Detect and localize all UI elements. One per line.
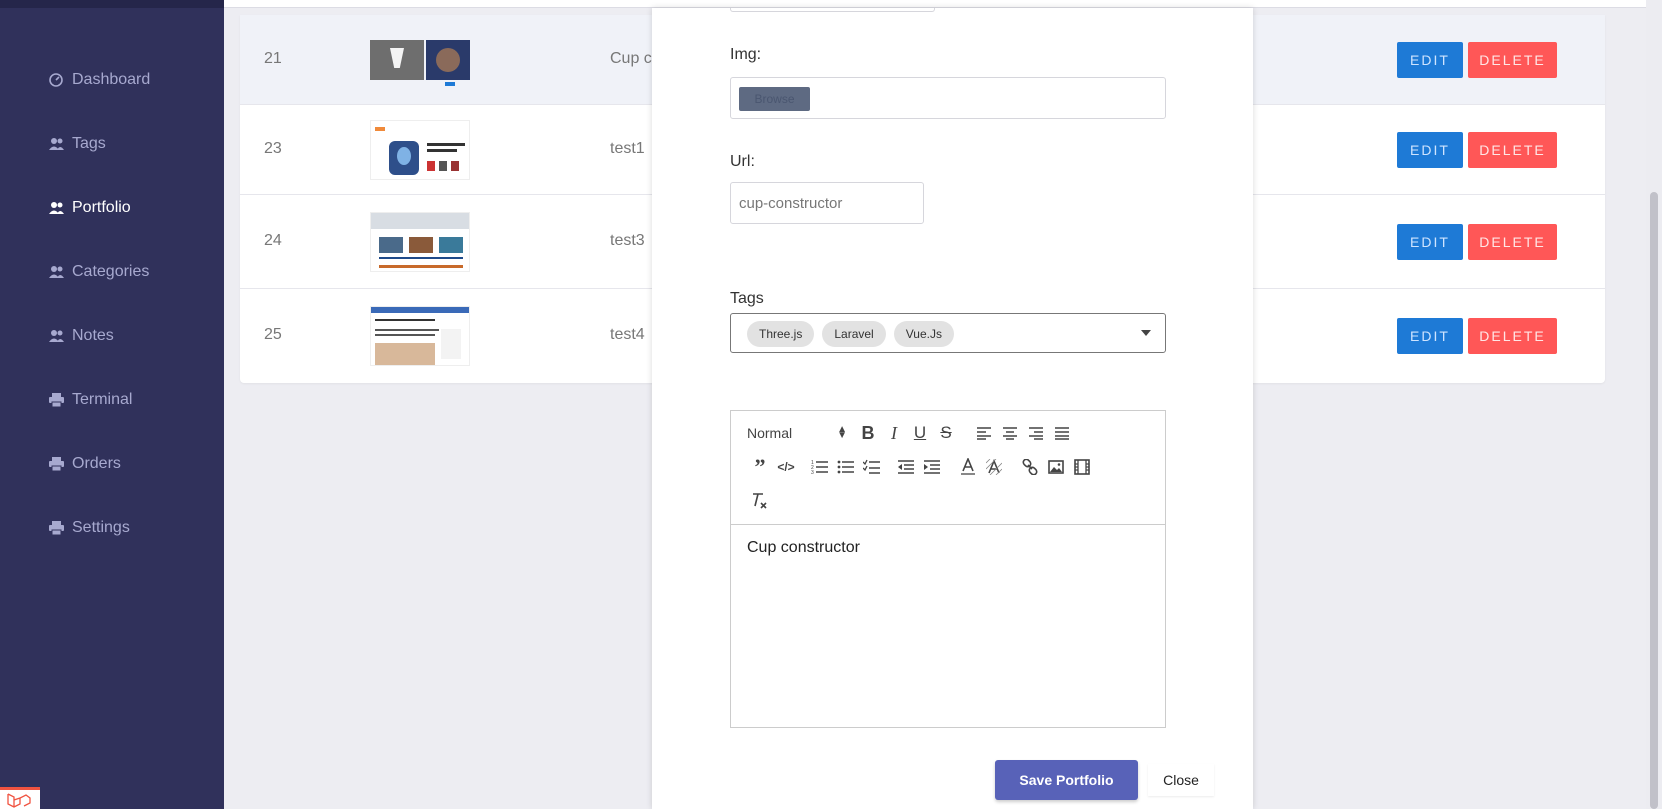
tag-chip[interactable]: Three.js bbox=[747, 321, 815, 347]
format-select-value: Normal bbox=[747, 425, 793, 441]
dashboard-icon bbox=[48, 72, 64, 88]
background-color-icon[interactable] bbox=[981, 455, 1007, 479]
sidebar-item-portfolio[interactable]: Portfolio bbox=[0, 176, 224, 240]
row-id: 21 bbox=[264, 50, 282, 67]
top-bar bbox=[224, 0, 1662, 8]
sidebar-item-label: Notes bbox=[72, 327, 114, 344]
previous-field[interactable] bbox=[730, 8, 935, 12]
sidebar-item-label: Orders bbox=[72, 455, 121, 472]
laravel-logo[interactable] bbox=[0, 787, 40, 809]
sidebar-item-categories[interactable]: Categories bbox=[0, 240, 224, 304]
url-label: Url: bbox=[730, 153, 755, 170]
edit-button[interactable]: EDIT bbox=[1397, 132, 1463, 168]
tag-chip[interactable]: Laravel bbox=[822, 321, 886, 347]
sidebar-item-dashboard[interactable]: Dashboard bbox=[0, 48, 224, 112]
sidebar: Dashboard Tags Portfolio Categories Note… bbox=[0, 0, 224, 809]
sidebar-item-orders[interactable]: Orders bbox=[0, 432, 224, 496]
row-thumbnail bbox=[370, 212, 470, 272]
users-icon bbox=[48, 328, 64, 344]
align-left-icon[interactable] bbox=[971, 421, 997, 445]
row-id: 24 bbox=[264, 232, 282, 249]
printer-icon bbox=[48, 520, 64, 536]
chevron-down-icon[interactable] bbox=[1141, 330, 1151, 336]
users-icon bbox=[48, 200, 64, 216]
blockquote-icon[interactable]: ” bbox=[747, 454, 773, 479]
text-color-icon[interactable] bbox=[955, 455, 981, 479]
url-input[interactable] bbox=[731, 183, 923, 223]
edit-button[interactable]: EDIT bbox=[1397, 224, 1463, 260]
delete-button[interactable]: DELETE bbox=[1468, 132, 1557, 168]
editor-content[interactable]: Cup constructor bbox=[747, 539, 860, 557]
indent-icon[interactable] bbox=[919, 455, 945, 479]
sidebar-item-tags[interactable]: Tags bbox=[0, 112, 224, 176]
editor-toolbar: Normal ▲ ▼ B I U S ” </> 1 2 3 bbox=[731, 411, 1165, 525]
url-field[interactable] bbox=[730, 182, 924, 224]
edit-button[interactable]: EDIT bbox=[1397, 318, 1463, 354]
bullet-list-icon[interactable] bbox=[833, 455, 859, 479]
tag-chip[interactable]: Vue.Js bbox=[893, 321, 954, 347]
format-select[interactable]: Normal ▲ ▼ bbox=[747, 421, 855, 445]
tags-select[interactable]: Three.js Laravel Vue.Js bbox=[730, 313, 1166, 353]
row-name: test4 bbox=[610, 326, 645, 343]
align-justify-icon[interactable] bbox=[1049, 421, 1075, 445]
sidebar-item-label: Settings bbox=[72, 519, 130, 536]
image-icon[interactable] bbox=[1043, 455, 1069, 479]
delete-button[interactable]: DELETE bbox=[1468, 224, 1557, 260]
img-label: Img: bbox=[730, 46, 762, 63]
sidebar-item-settings[interactable]: Settings bbox=[0, 496, 224, 560]
row-thumbnail bbox=[370, 32, 470, 88]
code-icon[interactable]: </> bbox=[773, 455, 799, 479]
tags-chips: Three.js Laravel Vue.Js bbox=[747, 321, 962, 347]
sidebar-item-label: Terminal bbox=[72, 391, 133, 408]
browse-button[interactable]: Browse bbox=[739, 87, 810, 111]
printer-icon bbox=[48, 456, 64, 472]
toolbar-row-1: Normal ▲ ▼ B I U S bbox=[747, 421, 1075, 445]
align-right-icon[interactable] bbox=[1023, 421, 1049, 445]
row-name: test1 bbox=[610, 140, 645, 157]
delete-button[interactable]: DELETE bbox=[1468, 318, 1557, 354]
row-thumbnail bbox=[370, 306, 470, 366]
toolbar-row-3 bbox=[747, 489, 773, 513]
printer-icon bbox=[48, 392, 64, 408]
strikethrough-icon[interactable]: S bbox=[933, 421, 959, 445]
img-upload-field[interactable]: Browse bbox=[730, 77, 1166, 119]
sidebar-nav: Dashboard Tags Portfolio Categories Note… bbox=[0, 48, 224, 560]
users-icon bbox=[48, 136, 64, 152]
edit-portfolio-modal: Img: Browse Url: Tags Three.js Laravel V… bbox=[652, 8, 1253, 809]
row-id: 25 bbox=[264, 326, 282, 343]
close-button[interactable]: Close bbox=[1148, 764, 1214, 796]
checklist-icon[interactable] bbox=[859, 455, 885, 479]
link-icon[interactable] bbox=[1017, 455, 1043, 479]
video-icon[interactable] bbox=[1069, 455, 1095, 479]
scrollbar-thumb[interactable] bbox=[1650, 192, 1658, 809]
delete-button[interactable]: DELETE bbox=[1468, 42, 1557, 78]
sidebar-item-label: Dashboard bbox=[72, 71, 151, 88]
row-thumbnail bbox=[370, 120, 470, 180]
outdent-icon[interactable] bbox=[893, 455, 919, 479]
sidebar-topbar bbox=[0, 0, 224, 8]
sidebar-item-label: Categories bbox=[72, 263, 150, 280]
sidebar-item-label: Portfolio bbox=[72, 199, 131, 216]
underline-icon[interactable]: U bbox=[907, 421, 933, 445]
align-center-icon[interactable] bbox=[997, 421, 1023, 445]
italic-icon[interactable]: I bbox=[881, 421, 907, 445]
sidebar-item-notes[interactable]: Notes bbox=[0, 304, 224, 368]
edit-button[interactable]: EDIT bbox=[1397, 42, 1463, 78]
users-icon bbox=[48, 264, 64, 280]
toolbar-row-2: ” </> 123 bbox=[747, 454, 1095, 479]
ordered-list-icon[interactable]: 123 bbox=[807, 455, 833, 479]
tags-label: Tags bbox=[730, 290, 764, 307]
row-name: test3 bbox=[610, 232, 645, 249]
clear-format-icon[interactable] bbox=[747, 489, 773, 513]
sidebar-item-terminal[interactable]: Terminal bbox=[0, 368, 224, 432]
bold-icon[interactable]: B bbox=[855, 421, 881, 445]
rich-text-editor: Normal ▲ ▼ B I U S ” </> 1 2 3 Cup const… bbox=[730, 410, 1166, 728]
sidebar-item-label: Tags bbox=[72, 135, 106, 152]
svg-text:3: 3 bbox=[811, 470, 814, 475]
save-portfolio-button[interactable]: Save Portfolio bbox=[995, 760, 1138, 800]
row-id: 23 bbox=[264, 140, 282, 157]
select-arrows-icon: ▲ ▼ bbox=[837, 424, 847, 441]
